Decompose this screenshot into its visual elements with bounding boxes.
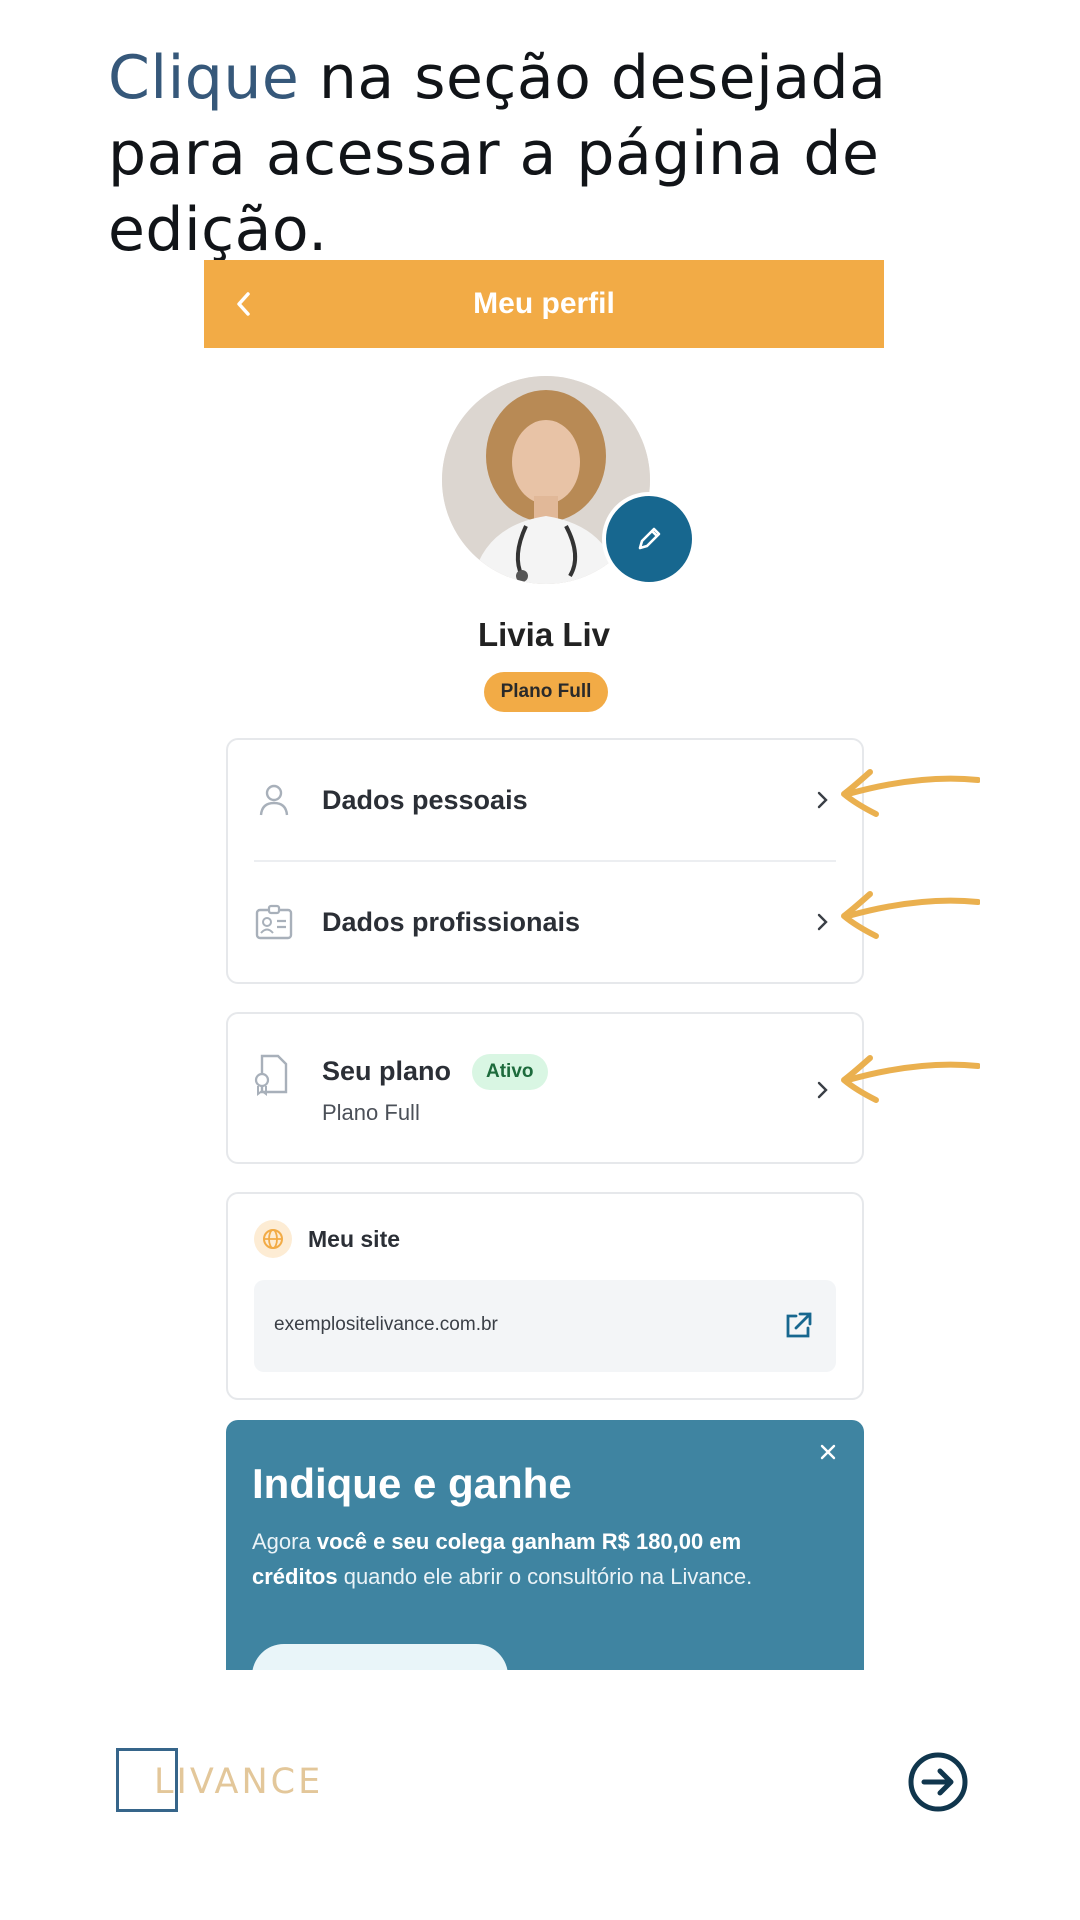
logo-text: LIVANCE	[154, 1762, 324, 1802]
pointer-arrow	[841, 769, 980, 817]
plan-card[interactable]: Seu plano Ativo Plano Full	[226, 1012, 864, 1164]
id-card-icon	[254, 902, 294, 942]
document-badge-icon	[254, 1052, 294, 1096]
pointer-arrow	[841, 891, 980, 939]
plan-badge: Plano Full	[484, 672, 608, 712]
row-label: Dados pessoais	[322, 784, 528, 815]
site-card: Meu site exemplositelivance.com.br	[226, 1192, 864, 1400]
promo-text-suffix: quando ele abrir o consultório na Livanc…	[337, 1564, 753, 1589]
promo-text: Agora você e seu colega ganham R$ 180,00…	[252, 1524, 832, 1594]
site-url: exemplositelivance.com.br	[274, 1314, 498, 1335]
status-badge: Ativo	[472, 1054, 548, 1090]
user-icon	[254, 780, 294, 820]
profile-name: Livia Liv	[477, 616, 611, 653]
page-title: Meu perfil	[473, 287, 615, 320]
plan-subtitle: Plano Full	[322, 1100, 420, 1125]
pointer-arrow	[841, 1055, 980, 1103]
row-label: Seu plano	[322, 1056, 452, 1086]
instruction-headline: Clique na seção desejada para acessar a …	[108, 40, 1008, 268]
site-header: Meu site	[254, 1220, 400, 1258]
promo-cta-button[interactable]	[252, 1644, 508, 1670]
row-seu-plano[interactable]: Seu plano Ativo Plano Full	[228, 1014, 862, 1162]
app-bar: Meu perfil	[204, 260, 884, 348]
livance-logo: LIVANCE	[116, 1748, 320, 1818]
phone-screen: Meu perfil Livia Liv Plano Full Dados pe…	[204, 260, 884, 1670]
row-label: Dados profissionais	[322, 906, 581, 937]
edit-photo-button[interactable]	[602, 492, 696, 586]
row-dados-profissionais[interactable]: Dados profissionais	[228, 862, 862, 982]
chevron-left-icon[interactable]	[222, 282, 266, 326]
arrow-right-circle-icon[interactable]	[906, 1750, 970, 1814]
personal-data-card: Dados pessoais Dados profissionais	[226, 738, 864, 984]
globe-icon	[254, 1220, 292, 1258]
site-url-field[interactable]: exemplositelivance.com.br	[254, 1280, 836, 1372]
site-title: Meu site	[308, 1225, 401, 1252]
referral-banner: Indique e ganhe Agora você e seu colega …	[226, 1420, 864, 1670]
close-icon[interactable]	[812, 1436, 844, 1468]
external-link-icon[interactable]	[780, 1308, 816, 1344]
headline-accent: Clique	[108, 43, 300, 113]
promo-title: Indique e ganhe	[252, 1460, 572, 1507]
promo-text-prefix: Agora	[252, 1529, 317, 1554]
pencil-icon	[638, 527, 661, 550]
row-dados-pessoais[interactable]: Dados pessoais	[228, 740, 862, 860]
